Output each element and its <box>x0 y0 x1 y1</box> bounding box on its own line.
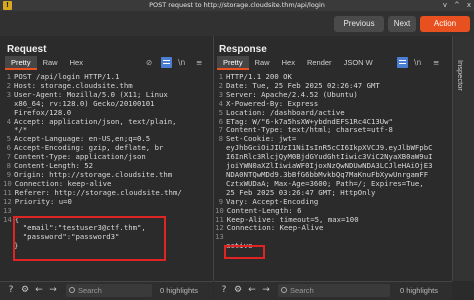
window-titlebar: ! POST request to http://storage.cloudsi… <box>0 0 474 11</box>
maximize-icon[interactable]: ^ <box>454 0 460 11</box>
forward-arrow-icon[interactable]: → <box>261 285 271 295</box>
request-highlights-count: 0 highlights <box>160 286 198 295</box>
response-panel-title: Response <box>219 44 267 55</box>
code-line: 13 <box>3 205 12 215</box>
request-menu-icon[interactable]: ≡ <box>196 58 202 68</box>
warning-icon: ! <box>3 1 12 10</box>
help-icon[interactable]: ? <box>219 285 229 295</box>
search-icon <box>281 287 287 293</box>
request-panel-title: Request <box>7 44 47 55</box>
next-button[interactable]: Next <box>388 16 416 32</box>
action-button[interactable]: Action <box>420 16 470 32</box>
request-tab-raw[interactable]: Raw <box>37 56 64 70</box>
previous-button[interactable]: Previous <box>334 16 384 32</box>
hide-nonprintable-icon[interactable]: ⊘ <box>146 58 152 68</box>
close-icon[interactable]: x <box>467 0 471 11</box>
response-tab-render[interactable]: Render <box>301 56 338 70</box>
response-wrap-toggle-icon[interactable] <box>397 57 408 68</box>
response-menu-icon[interactable]: ≡ <box>433 58 439 68</box>
navigation-bar: Previous Next Action <box>0 11 474 36</box>
panel-divider[interactable] <box>213 36 214 281</box>
request-body-highlight-box <box>13 216 166 261</box>
window-controls: v ^ x <box>443 0 471 11</box>
request-search-input[interactable]: Search <box>66 284 152 297</box>
inspector-tab[interactable]: Inspector <box>455 60 465 91</box>
response-tabs: Pretty Raw Hex Render JSON W <box>217 56 379 70</box>
request-tab-hex[interactable]: Hex <box>64 56 89 70</box>
back-arrow-icon[interactable]: ← <box>247 285 257 295</box>
response-tab-hex[interactable]: Hex <box>276 56 301 70</box>
response-search-input[interactable]: Search <box>278 284 390 297</box>
minimize-icon[interactable]: v <box>443 0 447 11</box>
code-line: 4 Accept: application/json, text/plain, <box>6 116 177 126</box>
code-line: 12 Priority: u=0 <box>3 196 72 206</box>
request-wrap-toggle-icon[interactable] <box>161 57 172 68</box>
forward-arrow-icon[interactable]: → <box>48 285 58 295</box>
response-tab-pretty[interactable]: Pretty <box>217 56 249 70</box>
search-icon <box>69 287 75 293</box>
back-arrow-icon[interactable]: ← <box>34 285 44 295</box>
response-tab-raw[interactable]: Raw <box>249 56 276 70</box>
code-line: 12 Connection: Keep-Alive <box>215 223 324 233</box>
request-tab-pretty[interactable]: Pretty <box>5 56 37 70</box>
response-editor[interactable]: 1 HTTP/1.1 200 OK 2 Date: Tue, 25 Feb 2025… <box>215 73 451 251</box>
request-tabs: Pretty Raw Hex <box>5 56 89 70</box>
settings-icon[interactable]: ⚙ <box>233 285 243 295</box>
response-body-highlight-box <box>224 245 265 259</box>
response-tab-json[interactable]: JSON W <box>338 56 379 70</box>
settings-icon[interactable]: ⚙ <box>20 285 30 295</box>
response-newline-icon[interactable]: \n <box>414 58 421 68</box>
help-icon[interactable]: ? <box>6 285 16 295</box>
window-title: POST request to http://storage.cloudsite… <box>149 1 325 9</box>
request-newline-icon[interactable]: \n <box>178 58 185 68</box>
response-highlights-count: 0 highlights <box>400 286 438 295</box>
